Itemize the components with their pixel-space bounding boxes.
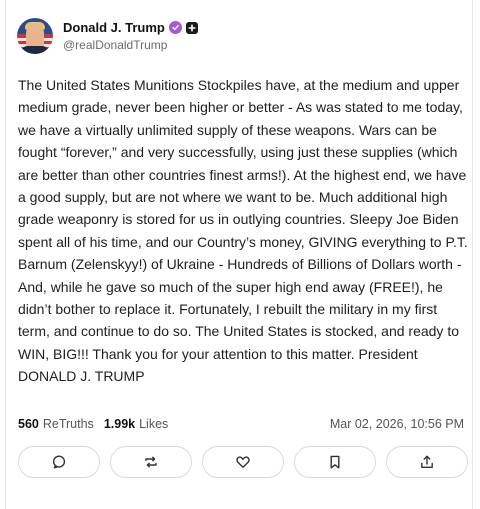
likes-count[interactable]: 1.99k	[104, 417, 135, 431]
bookmark-icon	[330, 455, 340, 469]
post-card: Donald J. Trump @realDonaldTrump The Uni…	[5, 0, 473, 509]
bookmark-button[interactable]	[294, 446, 376, 478]
post-header: Donald J. Trump @realDonaldTrump	[17, 16, 198, 56]
post-stats: 560 ReTruths 1.99k Likes Mar 02, 2026, 1…	[18, 414, 464, 434]
retruth-icon	[145, 456, 157, 468]
avatar-suit	[20, 46, 50, 54]
author-display-name[interactable]: Donald J. Trump	[63, 20, 165, 35]
author-handle[interactable]: @realDonaldTrump	[63, 38, 198, 52]
post-actions	[18, 446, 468, 480]
retruth-button[interactable]	[110, 446, 192, 478]
likes-label[interactable]: Likes	[139, 417, 168, 431]
reply-icon	[52, 455, 66, 469]
post-timestamp[interactable]: Mar 02, 2026, 10:56 PM	[330, 417, 464, 431]
share-icon	[421, 455, 433, 468]
heart-icon	[236, 456, 250, 468]
plus-badge-icon	[185, 21, 198, 34]
author-info: Donald J. Trump @realDonaldTrump	[63, 20, 198, 52]
share-button[interactable]	[386, 446, 468, 478]
like-button[interactable]	[202, 446, 284, 478]
retruths-count[interactable]: 560	[18, 417, 39, 431]
post-body-text: The United States Munitions Stockpiles h…	[18, 77, 468, 385]
avatar[interactable]	[17, 18, 53, 54]
verified-badge-icon	[168, 21, 182, 34]
retruths-label[interactable]: ReTruths	[43, 417, 94, 431]
reply-button[interactable]	[18, 446, 100, 478]
